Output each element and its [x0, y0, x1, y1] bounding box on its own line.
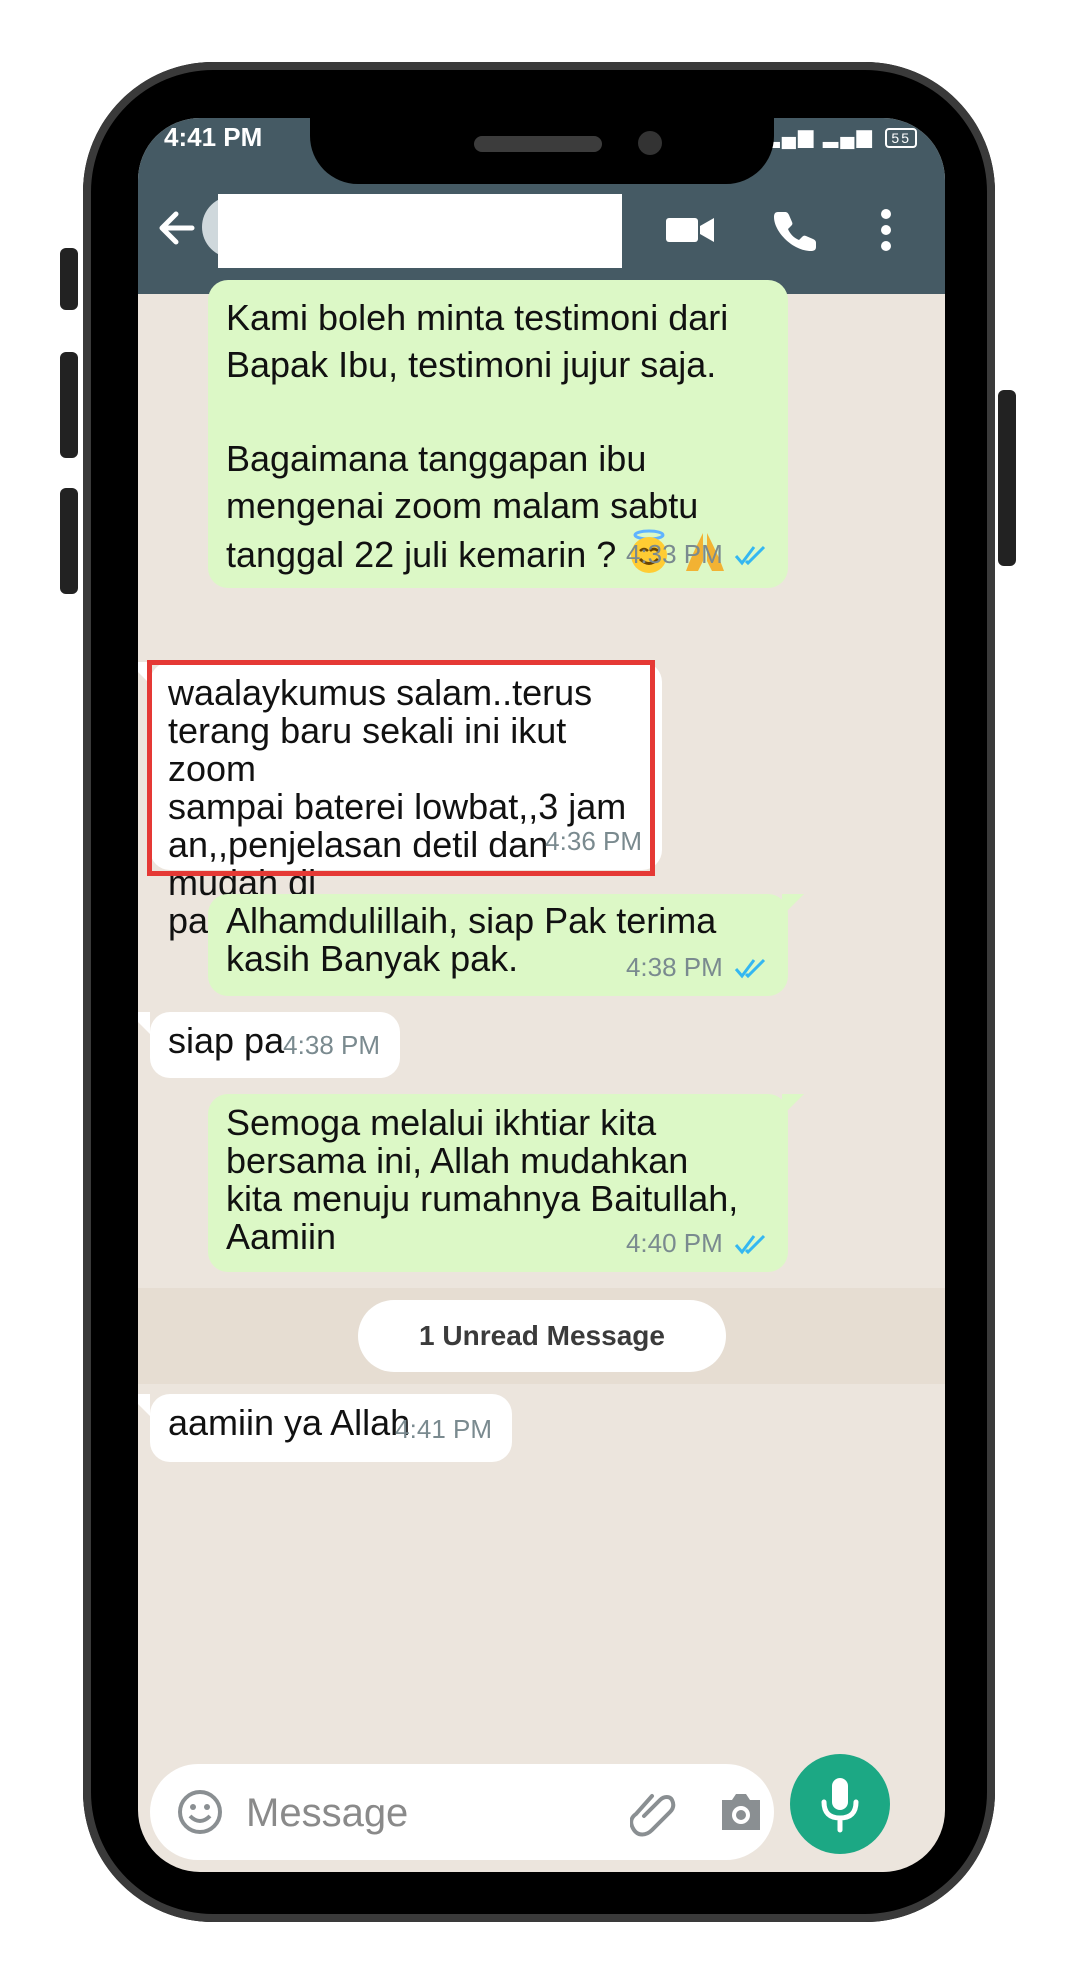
contact-name-redacted[interactable] [218, 194, 622, 268]
highlight-box [147, 660, 655, 876]
message-time: 4:38 PM [283, 1030, 380, 1060]
message-meta: 4:33 PM [626, 531, 768, 578]
message-bubble-incoming[interactable]: siap pa 4:38 PM [150, 1012, 400, 1078]
unread-count-label: 1 Unread Message [358, 1300, 726, 1372]
signal-icon-2: ▂▄▆ [822, 126, 874, 148]
message-meta: 4:38 PM [626, 948, 768, 986]
front-camera [638, 131, 662, 155]
chat-area: Kami boleh minta testimoni dari Bapak Ib… [138, 280, 945, 1754]
attach-icon[interactable] [630, 1786, 682, 1838]
read-ticks-icon [734, 958, 766, 979]
phone-speaker [474, 136, 602, 152]
phone-icon[interactable] [773, 208, 817, 252]
status-time: 4:41 PM [164, 122, 263, 152]
back-arrow-icon[interactable] [152, 204, 200, 252]
read-ticks-icon [734, 545, 766, 566]
camera-icon[interactable] [716, 1788, 766, 1836]
mic-button[interactable] [790, 1754, 890, 1854]
message-composer [150, 1764, 774, 1860]
message-input[interactable] [244, 1782, 548, 1844]
status-icons: ▂▄▆ ▂▄▆ 55 [764, 124, 917, 149]
message-time: 4:38 PM [625, 952, 723, 982]
emoji-icon[interactable] [176, 1788, 224, 1836]
message-meta: 4:40 PM [626, 1224, 768, 1262]
message-text: aamiin ya Allah [168, 1402, 411, 1443]
message-text: siap pa [168, 1020, 285, 1061]
mic-icon [821, 1778, 859, 1833]
phone-side-button-2 [60, 352, 78, 458]
more-vert-icon[interactable] [876, 206, 896, 254]
message-bubble-outgoing[interactable]: Alhamdulillaih, siap Pak terima kasih Ba… [208, 894, 788, 996]
phone-screen: 4:41 PM ▂▄▆ ▂▄▆ 55 Kami boleh minta test… [138, 118, 945, 1872]
battery-icon: 55 [885, 128, 917, 148]
message-time: 4:33 PM [625, 539, 723, 569]
bubble-tail [138, 1394, 150, 1416]
phone-side-button-1 [60, 248, 78, 310]
message-time: 4:41 PM [395, 1414, 492, 1444]
message-bubble-outgoing[interactable]: Semoga melalui ikhtiar kita bersama ini,… [208, 1094, 788, 1272]
phone-side-button-3 [60, 488, 78, 594]
message-bubble-outgoing[interactable]: Kami boleh minta testimoni dari Bapak Ib… [208, 280, 788, 588]
bubble-tail [138, 1012, 150, 1034]
video-call-icon[interactable] [664, 210, 716, 250]
message-bubble-incoming[interactable]: aamiin ya Allah 4:41 PM [150, 1394, 512, 1462]
read-ticks-icon [734, 1234, 766, 1255]
message-time: 4:40 PM [625, 1228, 723, 1258]
phone-power-button [998, 390, 1016, 566]
